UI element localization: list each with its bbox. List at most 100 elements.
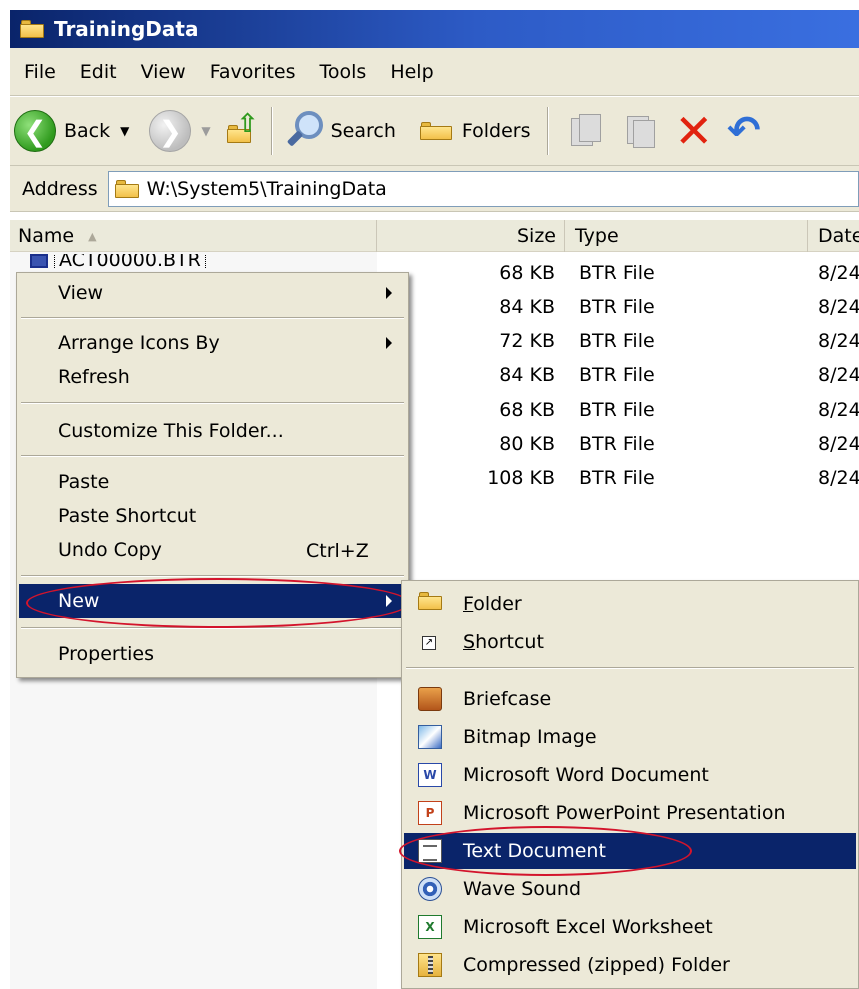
menu-file[interactable]: File — [24, 61, 56, 83]
toolbar: ❮ Back ▼ ❯ ▼ ⇧ Search Folders ✕ ↶ — [10, 96, 859, 166]
move-to-icon — [569, 112, 603, 150]
window-title: TrainingData — [54, 17, 199, 41]
submenu-item-excel[interactable]: X Microsoft Excel Worksheet — [404, 909, 856, 945]
address-label: Address — [22, 177, 98, 200]
undo-button[interactable]: ↶ — [713, 103, 761, 159]
delete-icon: ✕ — [674, 104, 714, 158]
submenu-item-label: Microsoft Excel Worksheet — [463, 916, 713, 938]
menu-item-label: Undo Copy — [58, 539, 162, 561]
undo-icon: ↶ — [727, 108, 761, 154]
file-date: 8/24 — [818, 330, 859, 352]
btr-file-icon — [30, 254, 48, 268]
menu-item-undo-copy[interactable]: Undo Copy Ctrl+Z — [19, 533, 406, 567]
menu-separator — [406, 667, 854, 669]
menu-item-shortcut: Ctrl+Z — [306, 540, 369, 562]
menu-item-label: New — [58, 590, 100, 612]
folders-icon — [419, 122, 452, 140]
toolbar-separator — [546, 107, 549, 155]
folder-icon — [114, 179, 139, 198]
new-submenu: Folder ↗ Shortcut Briefcase Bitmap Image… — [401, 580, 859, 989]
search-label: Search — [330, 120, 396, 142]
menu-item-arrange-icons-by[interactable]: Arrange Icons By — [19, 326, 406, 360]
title-bar[interactable]: TrainingData — [10, 10, 859, 48]
folders-button[interactable]: Folders — [419, 103, 531, 159]
forward-button[interactable]: ❯ ▼ — [129, 103, 211, 159]
menu-item-refresh[interactable]: Refresh — [19, 360, 406, 394]
file-type: BTR File — [579, 399, 655, 421]
menu-item-label: Arrange Icons By — [58, 332, 220, 354]
file-name: ACT00000.BTR — [54, 254, 206, 268]
menu-item-view[interactable]: View — [19, 276, 406, 310]
menu-item-new[interactable]: New — [19, 584, 406, 618]
forward-dropdown-icon[interactable]: ▼ — [201, 124, 210, 138]
up-icon: ⇧ — [225, 109, 261, 151]
briefcase-icon — [418, 687, 442, 711]
menu-item-properties[interactable]: Properties — [19, 637, 406, 671]
word-document-icon: W — [418, 763, 442, 787]
menu-item-paste-shortcut[interactable]: Paste Shortcut — [19, 499, 406, 533]
submenu-item-shortcut[interactable]: ↗ Shortcut — [404, 624, 856, 660]
submenu-arrow-icon — [386, 595, 392, 607]
submenu-item-label: Text Document — [463, 840, 606, 862]
menu-item-label: Customize This Folder... — [58, 420, 284, 442]
submenu-item-label: Shortcut — [463, 631, 544, 653]
back-label: Back — [64, 120, 111, 142]
column-header-name[interactable]: Name ▲ — [10, 220, 377, 252]
search-icon — [283, 109, 327, 153]
file-date: 8/24 — [818, 296, 859, 318]
column-name-label: Name — [18, 225, 75, 247]
submenu-item-wave-sound[interactable]: Wave Sound — [404, 871, 856, 907]
back-dropdown-icon[interactable]: ▼ — [120, 124, 129, 138]
menu-separator — [21, 402, 404, 404]
submenu-item-label: Microsoft Word Document — [463, 764, 709, 786]
explorer-window: TrainingData File Edit View Favorites To… — [0, 0, 859, 989]
submenu-arrow-icon — [386, 337, 392, 349]
back-icon: ❮ — [14, 110, 56, 152]
menu-separator — [21, 627, 404, 629]
address-input[interactable]: W:\System5\TrainingData — [107, 170, 859, 207]
submenu-item-powerpoint[interactable]: P Microsoft PowerPoint Presentation — [404, 795, 856, 831]
file-type: BTR File — [579, 330, 655, 352]
file-date: 8/24 — [818, 262, 859, 284]
menu-edit[interactable]: Edit — [80, 61, 117, 83]
column-header-date[interactable]: Date — [808, 220, 859, 252]
submenu-item-bitmap[interactable]: Bitmap Image — [404, 719, 856, 755]
column-header-size[interactable]: Size — [377, 220, 565, 252]
search-button[interactable]: Search — [283, 103, 396, 159]
delete-button[interactable]: ✕ — [667, 103, 714, 159]
menu-favorites[interactable]: Favorites — [210, 61, 296, 83]
wave-sound-icon — [418, 877, 442, 901]
menu-help[interactable]: Help — [390, 61, 433, 83]
submenu-item-folder[interactable]: Folder — [404, 586, 856, 622]
menu-item-label: Refresh — [58, 366, 130, 388]
file-name-cell[interactable]: ACT00000.BTR — [30, 254, 206, 268]
copy-to-button[interactable] — [613, 103, 667, 159]
submenu-item-label: Microsoft PowerPoint Presentation — [463, 802, 786, 824]
address-bar: Address W:\System5\TrainingData — [10, 166, 859, 212]
shortcut-icon: ↗ — [422, 636, 436, 650]
forward-icon: ❯ — [149, 110, 192, 152]
back-button[interactable]: ❮ Back ▼ — [10, 103, 129, 159]
file-type: BTR File — [579, 296, 655, 318]
excel-icon: X — [418, 915, 442, 939]
menu-item-paste[interactable]: Paste — [19, 465, 406, 499]
column-size-label: Size — [516, 225, 556, 247]
menu-item-label: Paste — [58, 471, 110, 493]
submenu-item-text-document[interactable]: Text Document — [404, 833, 856, 869]
file-type: BTR File — [579, 262, 655, 284]
text-document-icon — [418, 839, 442, 863]
menu-separator — [21, 575, 404, 577]
context-menu: View Arrange Icons By Refresh Customize … — [16, 272, 409, 678]
submenu-item-briefcase[interactable]: Briefcase — [404, 681, 856, 717]
menu-view[interactable]: View — [141, 61, 186, 83]
menu-separator — [21, 317, 404, 319]
submenu-item-word[interactable]: W Microsoft Word Document — [404, 757, 856, 793]
up-button[interactable]: ⇧ — [211, 103, 261, 159]
menu-tools[interactable]: Tools — [320, 61, 367, 83]
move-to-button[interactable] — [559, 103, 613, 159]
menu-item-customize-folder[interactable]: Customize This Folder... — [19, 414, 406, 448]
column-header-type[interactable]: Type — [565, 220, 808, 252]
submenu-item-label: Briefcase — [463, 688, 552, 710]
menu-separator — [21, 455, 404, 457]
submenu-item-zip-folder[interactable]: Compressed (zipped) Folder — [404, 947, 856, 983]
